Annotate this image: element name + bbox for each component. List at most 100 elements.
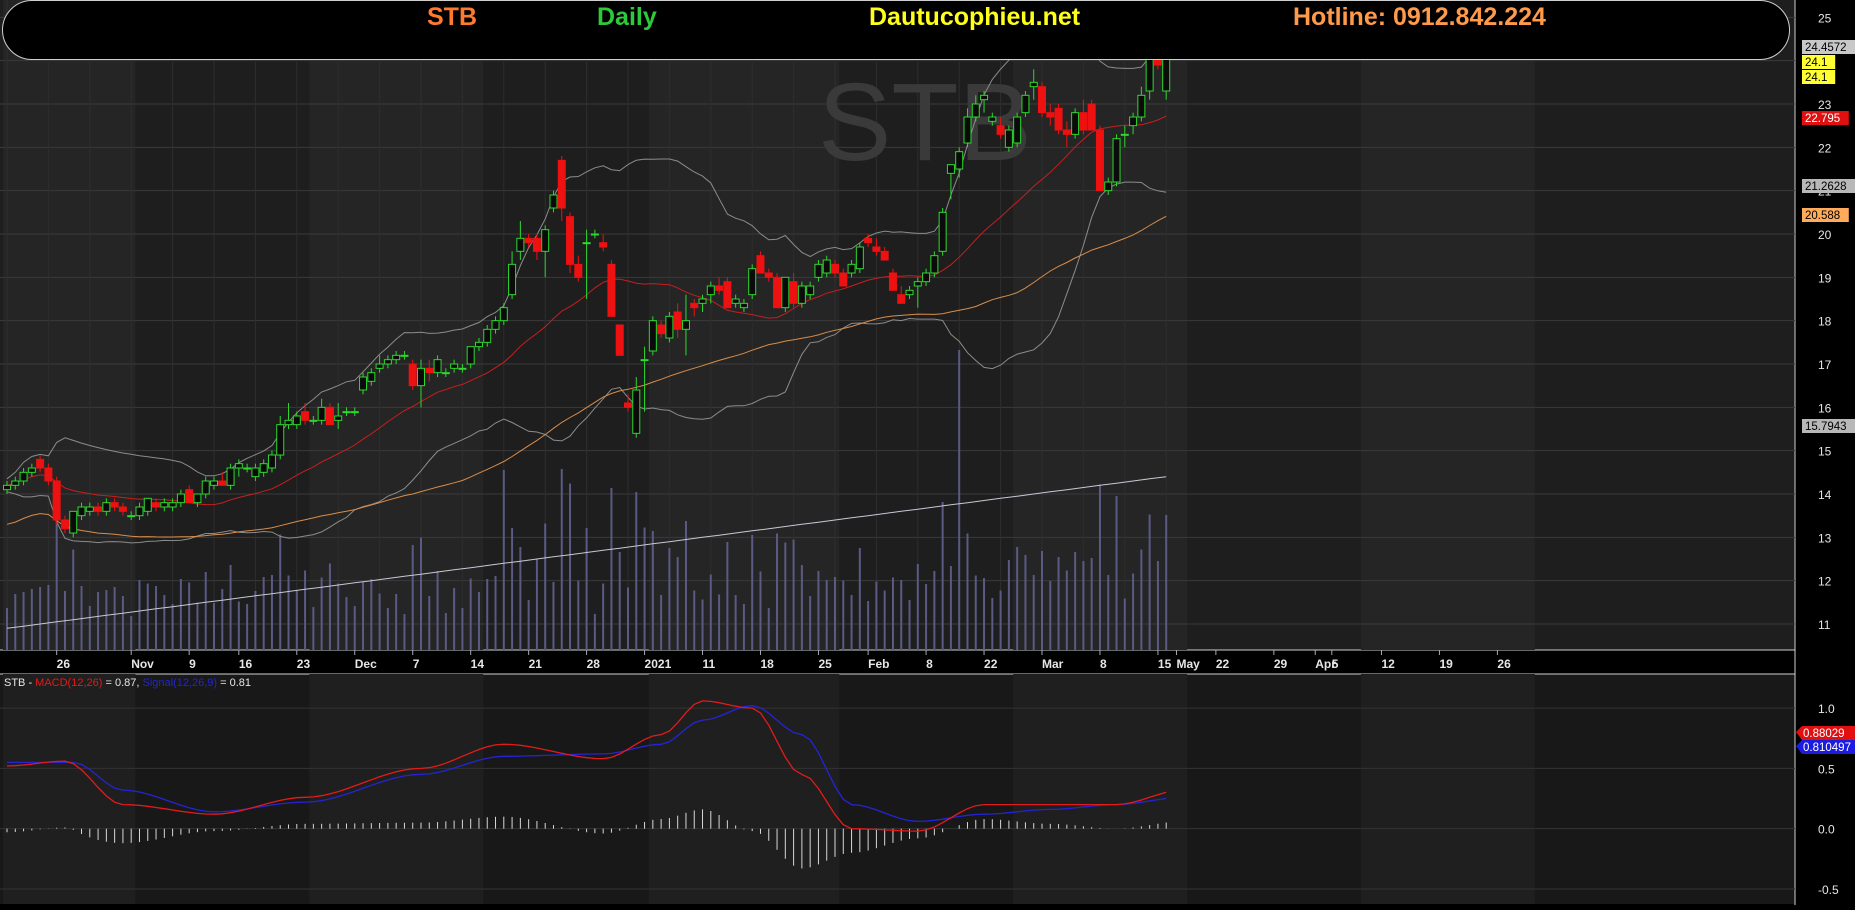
y-tick-label: 14 xyxy=(1818,488,1832,502)
candle-body xyxy=(599,242,608,248)
price-tag-label: 24.4572 xyxy=(1805,42,1847,54)
macd-legend: STB - MACD(12,26) = 0.87, Signal(12,26,9… xyxy=(4,677,251,689)
candle-body xyxy=(1104,181,1113,192)
ticker-label: STB xyxy=(427,3,477,31)
candle-body xyxy=(1054,107,1063,131)
candle-body xyxy=(284,419,293,426)
candle-body xyxy=(1120,133,1129,136)
macd-tag-label: 0.88029 xyxy=(1803,728,1845,740)
candle-body xyxy=(301,411,310,421)
candle-body xyxy=(127,515,136,518)
macd-legend-part: STB - xyxy=(4,677,35,689)
candle-body xyxy=(806,285,815,296)
candle-body xyxy=(52,480,61,521)
x-tick-label: 8 xyxy=(926,657,933,671)
candle-body xyxy=(905,289,914,296)
candle-body xyxy=(532,237,541,252)
candle-body xyxy=(872,246,881,252)
candle-body xyxy=(375,363,384,369)
macd-tag-label: 0.810497 xyxy=(1803,742,1851,754)
macd-y-tick-label: 0.5 xyxy=(1818,762,1835,776)
candle-body xyxy=(574,263,583,278)
candle-body xyxy=(334,415,343,421)
x-tick-label: 8 xyxy=(1100,657,1107,671)
x-tick-label: Mar xyxy=(1042,657,1064,671)
x-tick-label: 29 xyxy=(1274,657,1288,671)
candle-body xyxy=(756,255,765,274)
candle-body xyxy=(60,519,69,530)
price-tag-label: 20.588 xyxy=(1805,210,1840,222)
chart-header: STB Daily Dautucophieu.net Hotline: 0912… xyxy=(2,0,1790,60)
x-tick-label: Dec xyxy=(355,657,377,671)
candle-body xyxy=(988,116,997,122)
candle-body xyxy=(425,367,434,374)
x-tick-label: 25 xyxy=(818,657,832,671)
candle-body xyxy=(118,506,127,512)
candle-body xyxy=(1162,55,1171,92)
candle-body xyxy=(980,94,989,101)
candle-body xyxy=(259,463,268,473)
candle-body xyxy=(226,467,235,486)
candle-body xyxy=(1079,112,1088,131)
candle-body xyxy=(135,506,144,517)
candle-body xyxy=(524,237,533,244)
candle-body xyxy=(69,510,78,534)
candle-body xyxy=(276,424,285,456)
candle-body xyxy=(508,263,517,296)
candle-body xyxy=(665,315,674,339)
candle-body xyxy=(1129,116,1138,127)
x-tick-label: 12 xyxy=(1381,657,1395,671)
macd-legend-part: MACD(12,26) xyxy=(35,677,102,689)
y-tick-label: 11 xyxy=(1818,618,1831,632)
candle-body xyxy=(566,216,575,265)
candle-body xyxy=(483,328,492,343)
candle-body xyxy=(648,320,657,352)
candle-body xyxy=(19,471,28,482)
x-tick-label: 18 xyxy=(760,657,774,671)
candle-body xyxy=(657,324,666,335)
x-tick-label: 26 xyxy=(57,657,71,671)
candle-body xyxy=(557,159,566,209)
candle-body xyxy=(292,415,301,426)
x-tick-label: 7 xyxy=(413,657,420,671)
candle-body xyxy=(11,480,20,486)
candle-body xyxy=(897,294,906,304)
stock-chart: 111213141516171819202122232425STB26Nov91… xyxy=(0,0,1855,910)
candle-body xyxy=(317,406,326,421)
candle-body xyxy=(1046,112,1055,118)
watermark: STB xyxy=(818,61,1032,184)
candle-body xyxy=(325,406,334,426)
candle-body xyxy=(474,341,483,348)
x-tick-label: 16 xyxy=(239,657,253,671)
candle-body xyxy=(690,302,699,309)
candle-body xyxy=(1112,138,1121,183)
candle-body xyxy=(110,502,119,508)
x-tick-label: 26 xyxy=(1497,657,1511,671)
candle-body xyxy=(864,237,873,244)
candle-body xyxy=(632,389,641,434)
x-tick-label: Feb xyxy=(868,657,889,671)
y-tick-label: 12 xyxy=(1818,575,1832,589)
candle-body xyxy=(1038,86,1046,114)
month-band xyxy=(1360,0,1535,650)
candle-body xyxy=(367,372,376,382)
candle-body xyxy=(160,502,169,508)
y-tick-label: 15 xyxy=(1818,445,1832,459)
candle-body xyxy=(309,419,318,422)
price-tag-label: 24.1 xyxy=(1805,57,1827,69)
candle-body xyxy=(739,302,748,309)
period-label: Daily xyxy=(597,3,657,31)
x-tick-label: 22 xyxy=(984,657,998,671)
x-tick-label: Nov xyxy=(131,657,154,671)
candle-body xyxy=(615,324,624,356)
y-tick-label: 16 xyxy=(1818,401,1832,415)
x-tick-label: 11 xyxy=(703,657,716,671)
hotline-label: Hotline: 0912.842.224 xyxy=(1293,3,1546,31)
candle-body xyxy=(963,116,972,144)
candle-body xyxy=(1095,129,1104,192)
candle-body xyxy=(143,497,152,512)
candle-body xyxy=(193,493,202,504)
candle-body xyxy=(996,125,1005,135)
candle-body xyxy=(715,285,724,291)
price-tag-label: 22.795 xyxy=(1805,113,1840,125)
